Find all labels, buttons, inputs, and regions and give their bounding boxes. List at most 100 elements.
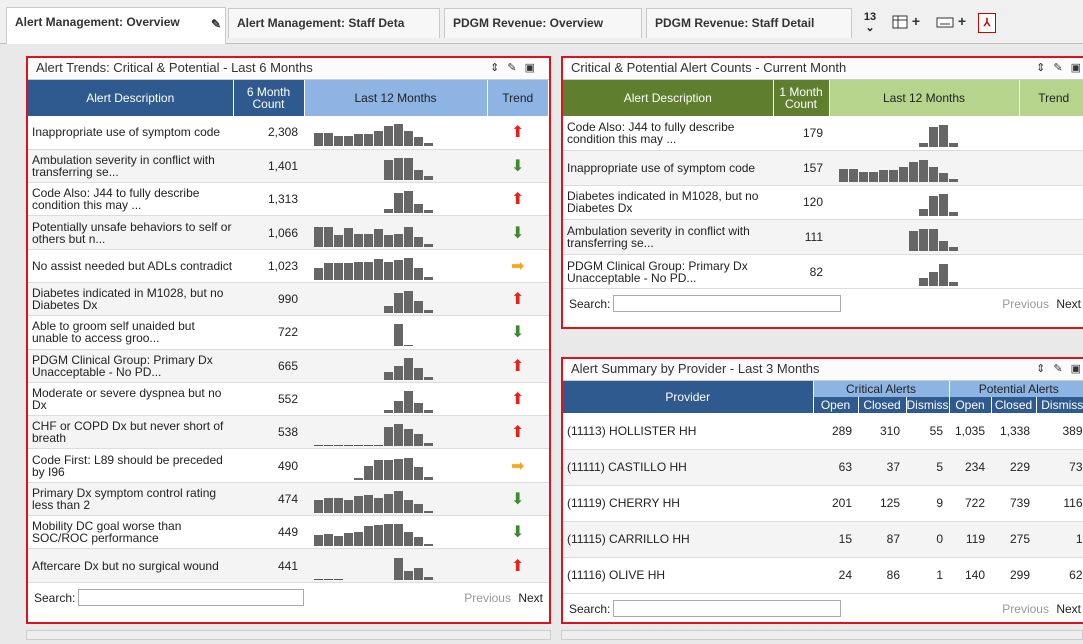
table-row[interactable]: Able to groom self unaided but unable to… [28, 315, 549, 350]
sparkline-bar [404, 257, 413, 280]
resize-icon[interactable]: ⇕ [490, 62, 507, 74]
table-row[interactable]: Primary Dx symptom control rating less t… [28, 482, 549, 517]
trend-up-arrow-icon: ⬆ [487, 282, 549, 317]
table-row[interactable]: (11113) HOLLISTER HH 289 310 55 1,035 1,338 38… [563, 413, 1083, 450]
export-icon[interactable]: ▣ [1071, 363, 1083, 375]
previous-button[interactable]: Previous [1002, 297, 1049, 311]
provider-name[interactable]: (11111) CASTILLO HH [563, 449, 813, 486]
table-row[interactable]: Mobility DC goal worse than SOC/ROC perf… [28, 515, 549, 550]
provider-name[interactable]: (11115) CARRILLO HH [563, 521, 813, 558]
table-row[interactable]: Inappropriate use of symptom code 2,308 … [28, 116, 549, 150]
sparkline-bar [404, 291, 413, 314]
sparkline-bar [414, 137, 423, 147]
export-icon[interactable]: ▣ [1071, 62, 1083, 74]
previous-button[interactable]: Previous [464, 591, 511, 605]
provider-name[interactable]: (11113) HOLLISTER HH [563, 413, 813, 450]
col-header-potential-dismiss[interactable]: Dismiss [1036, 397, 1083, 413]
search-label: Search: [34, 590, 76, 605]
col-header-count[interactable]: 6 Month Count [233, 80, 305, 116]
provider-name[interactable]: (11119) CHERRY HH [563, 485, 813, 522]
table-row[interactable]: CHF or COPD Dx but never short of breath… [28, 415, 549, 450]
provider-name[interactable]: (11116) OLIVE HH [563, 557, 813, 594]
tab-alert-management-staff[interactable]: Alert Management: Staff Deta [228, 8, 440, 38]
sparkline-bar [314, 535, 323, 547]
sparkline-bar [404, 570, 413, 580]
previous-button[interactable]: Previous [1002, 602, 1049, 616]
sparkline-bar [384, 410, 393, 414]
table-row[interactable]: No assist needed but ADLs contradict 1,0… [28, 249, 549, 283]
alert-counts-panel: Critical & Potential Alert Counts - Curr… [561, 56, 1083, 329]
search-input[interactable] [78, 588, 304, 606]
horizontal-scrollbar[interactable] [561, 630, 1083, 640]
alert-count: 538 [233, 415, 304, 450]
p-closed-count: 275 [991, 521, 1036, 558]
sparkline-chart [304, 418, 487, 447]
table-row[interactable]: (11116) OLIVE HH 24 86 1 140 299 62 [563, 557, 1083, 594]
add-table-button[interactable]: + [892, 13, 920, 33]
p-open-count: 1,035 [949, 413, 991, 450]
table-row[interactable]: Code Also: J44 to fully describe conditi… [28, 182, 549, 217]
alert-count: 157 [773, 150, 829, 186]
next-button[interactable]: Next [1056, 602, 1081, 616]
col-header-provider[interactable]: Provider [563, 381, 814, 413]
table-row[interactable]: Aftercare Dx but no surgical wound 441 ⬆ [28, 548, 549, 583]
horizontal-scrollbar[interactable] [26, 630, 551, 640]
col-header-potential-open[interactable]: Open [949, 397, 992, 413]
panel-header: Alert Trends: Critical & Potential - Las… [28, 58, 549, 80]
c-dismiss-count: 1 [906, 557, 949, 594]
table-row[interactable]: Code Also: J44 to fully describe conditi… [563, 116, 1083, 152]
col-header-count[interactable]: 1 Month Count [773, 80, 830, 116]
table-row[interactable]: PDGM Clinical Group: Primary Dx Unaccept… [28, 349, 549, 383]
table-row[interactable]: (11119) CHERRY HH 201 125 9 722 739 116 [563, 485, 1083, 522]
pencil-icon[interactable]: ✎ [211, 10, 221, 38]
next-button[interactable]: Next [1056, 297, 1081, 311]
table-row[interactable]: (11115) CARRILLO HH 15 87 0 119 275 1 [563, 521, 1083, 558]
table-row[interactable]: Ambulation severity in conflict with tra… [28, 149, 549, 184]
export-icon[interactable]: ▣ [525, 62, 543, 74]
col-header-trend[interactable]: Trend [1019, 80, 1083, 116]
pencil-icon[interactable]: ✎ [507, 62, 524, 74]
search-input[interactable] [613, 295, 841, 313]
table-row[interactable]: (11111) CASTILLO HH 63 37 5 234 229 73 [563, 449, 1083, 486]
sparkline-bar [414, 301, 423, 314]
tab-alert-management-overview[interactable]: Alert Management: Overview ✎ [6, 7, 226, 44]
col-header-critical-dismiss[interactable]: Dismiss [906, 397, 950, 413]
col-header-critical-closed[interactable]: Closed [858, 397, 907, 413]
pager: Previous Next [1002, 297, 1081, 311]
table-row[interactable]: Inappropriate use of symptom code 157 [563, 150, 1083, 186]
table-row[interactable]: Diabetes indicated in M1028, but no Diab… [28, 282, 549, 317]
sparkline-bar [414, 204, 423, 214]
col-header-critical-open[interactable]: Open [813, 397, 859, 413]
table-row[interactable]: Diabetes indicated in M1028, but no Diab… [563, 185, 1083, 221]
sparkline-cell [829, 116, 1019, 152]
plus-icon: + [911, 13, 921, 29]
add-widget-button[interactable]: + [936, 13, 966, 33]
sparkline-bar [324, 226, 333, 247]
tab-pdgm-revenue-overview[interactable]: PDGM Revenue: Overview [444, 8, 642, 38]
pencil-icon[interactable]: ✎ [1053, 363, 1070, 375]
table-row[interactable]: Code First: L89 should be preceded by I9… [28, 448, 549, 483]
pdf-export-icon[interactable]: ⅄ [978, 13, 996, 33]
col-header-trend[interactable]: Trend [487, 80, 549, 116]
col-header-potential-closed[interactable]: Closed [991, 397, 1037, 413]
next-button[interactable]: Next [518, 591, 543, 605]
search-input[interactable] [613, 599, 841, 617]
table-row[interactable]: Ambulation severity in conflict with tra… [563, 219, 1083, 255]
table-row[interactable]: Potentially unsafe behaviors to self or … [28, 215, 549, 250]
sparkline-bar [374, 445, 383, 447]
sparkline-bar [374, 525, 383, 547]
sparkline-bar [384, 371, 393, 380]
table-row[interactable]: Moderate or severe dyspnea but no Dx 552… [28, 382, 549, 417]
p-closed-count: 1,338 [991, 413, 1036, 450]
col-header-description[interactable]: Alert Description [563, 80, 774, 116]
col-header-last-12-months[interactable]: Last 12 Months [304, 80, 488, 116]
table-row[interactable]: PDGM Clinical Group: Primary Dx Unaccept… [563, 254, 1083, 290]
resize-icon[interactable]: ⇕ [1036, 62, 1053, 74]
more-tabs-button[interactable]: 13 ⌄ [861, 12, 879, 34]
resize-icon[interactable]: ⇕ [1036, 363, 1053, 375]
trend-up-arrow-icon: ⬆ [487, 548, 549, 583]
col-header-description[interactable]: Alert Description [28, 80, 234, 116]
tab-pdgm-revenue-staff[interactable]: PDGM Revenue: Staff Detail [646, 8, 852, 38]
pencil-icon[interactable]: ✎ [1053, 62, 1070, 74]
col-header-last-12-months[interactable]: Last 12 Months [829, 80, 1020, 116]
